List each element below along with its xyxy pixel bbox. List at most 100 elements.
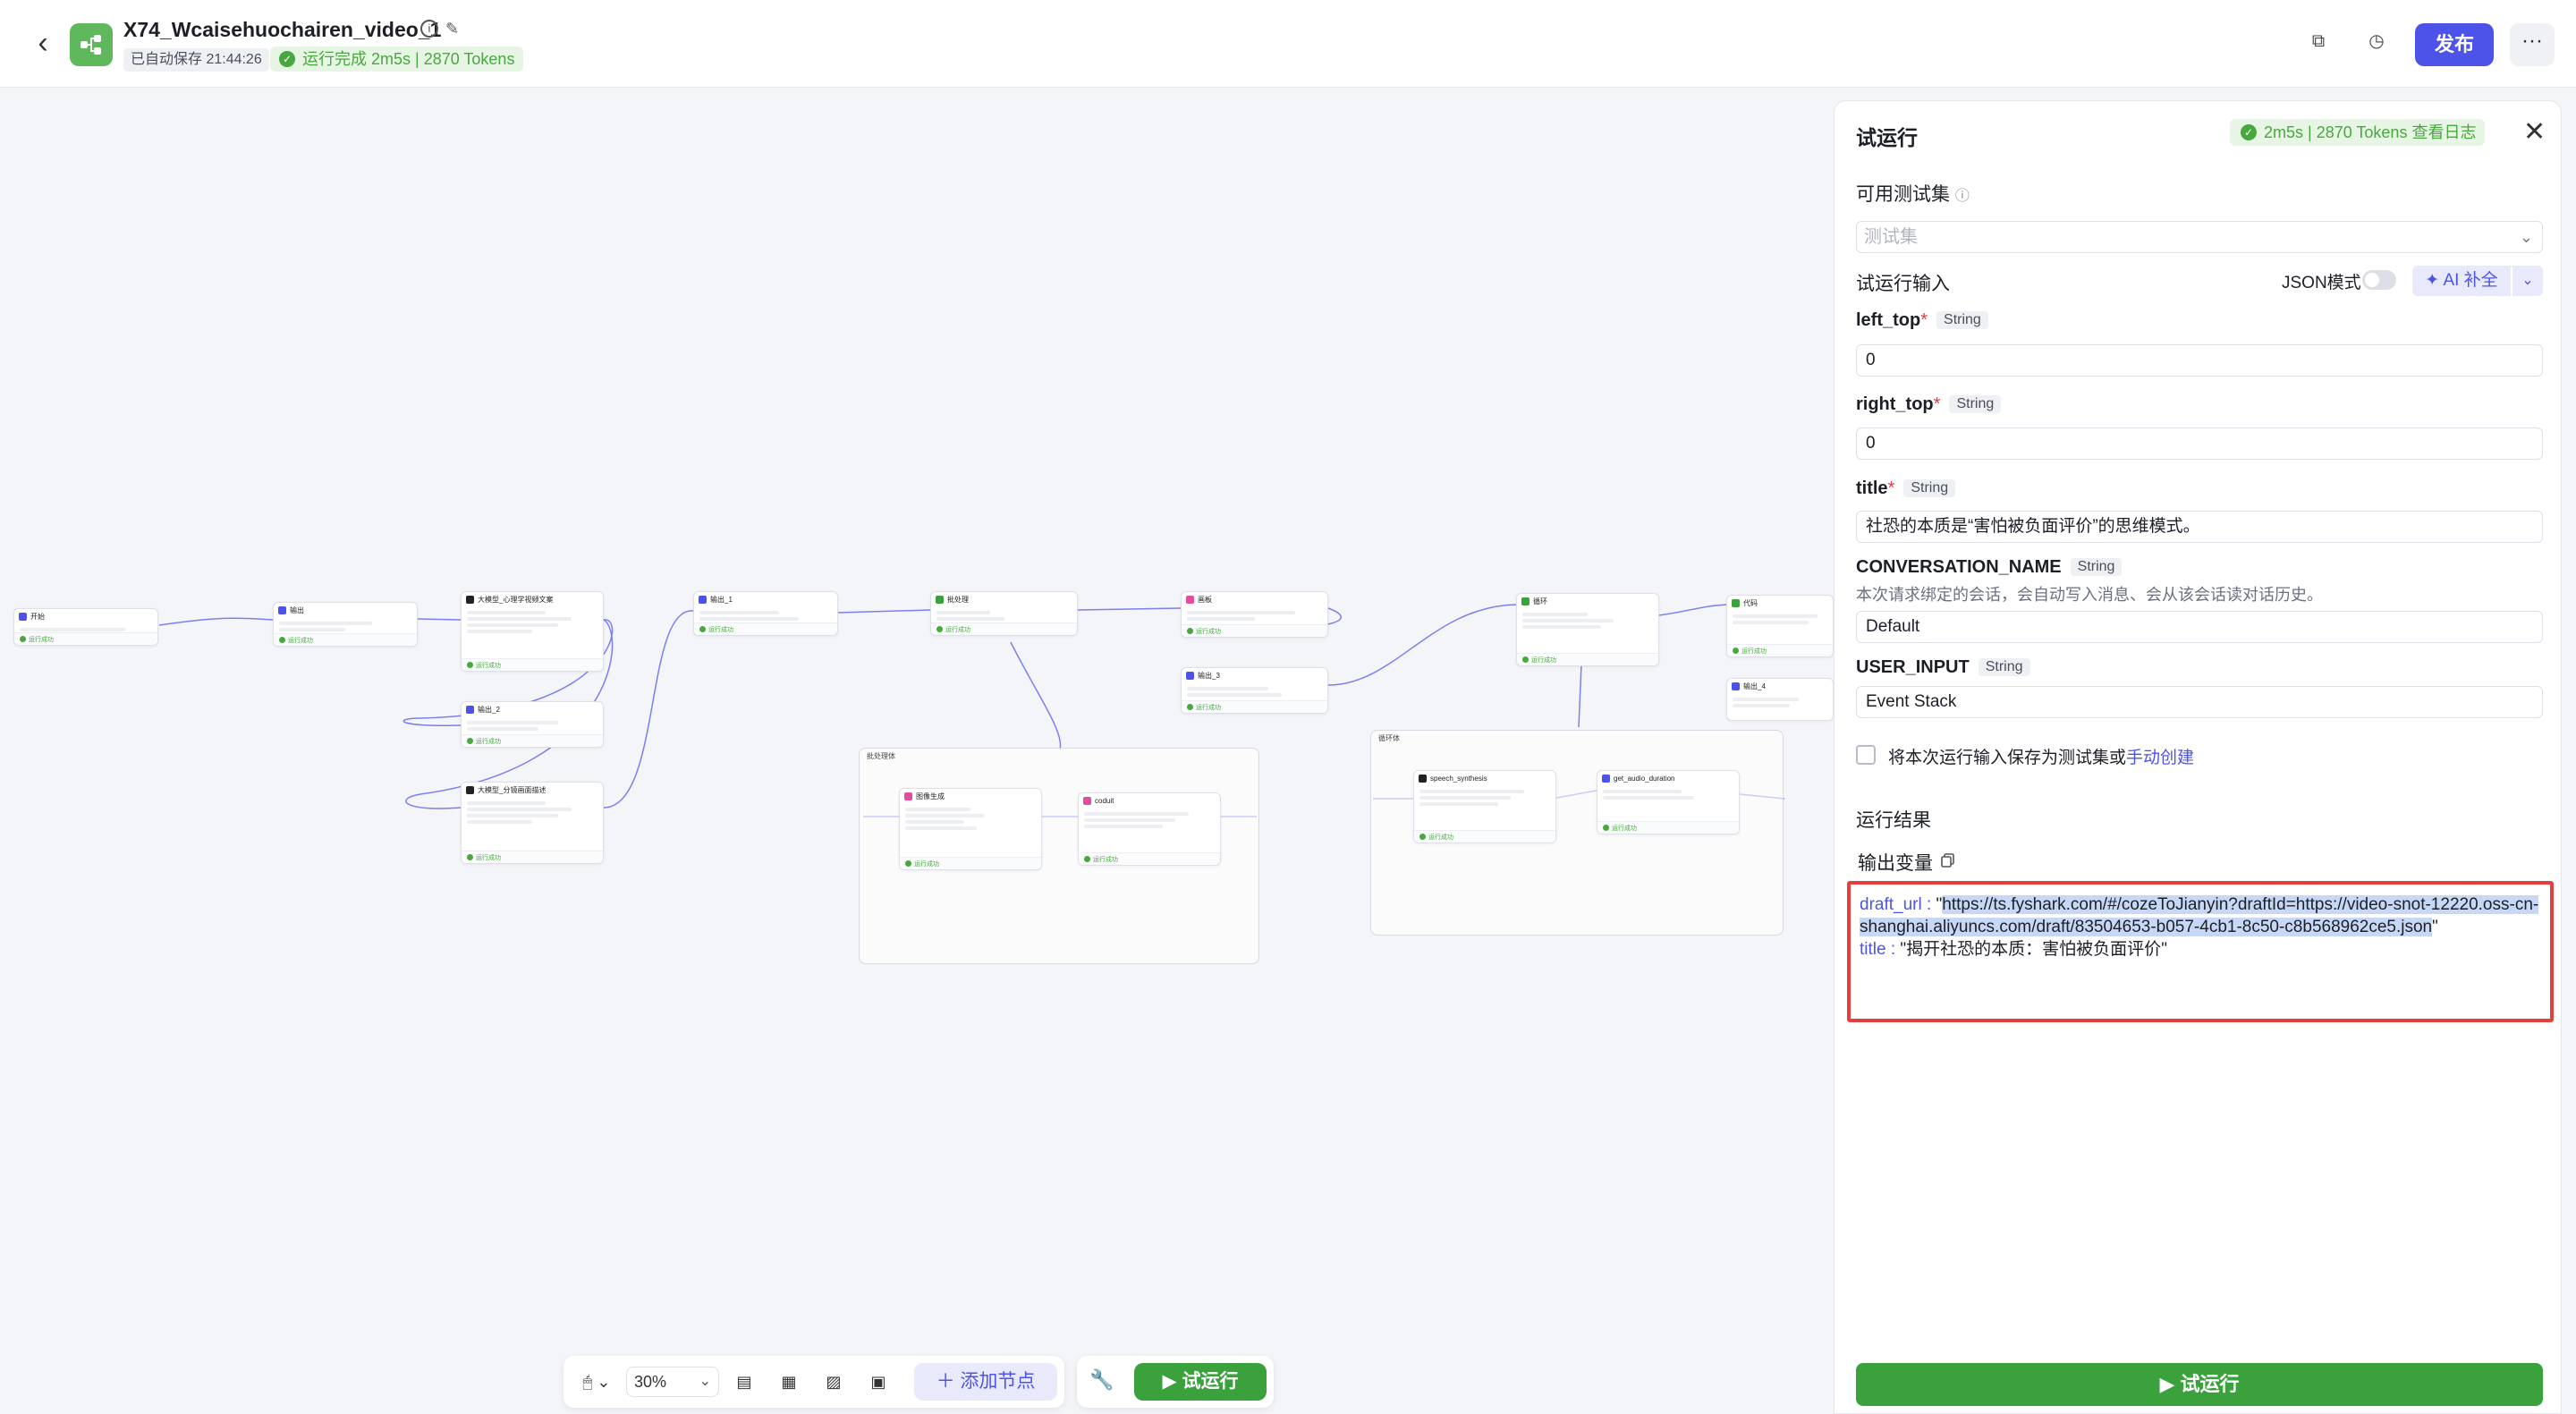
- panel-status-text: 2m5s | 2870 Tokens 查看日志: [2264, 123, 2477, 141]
- panel-test-run-button[interactable]: ▶ 试运行: [1856, 1363, 2543, 1406]
- fit-view-icon[interactable]: ▣: [864, 1367, 893, 1397]
- plugin-node-icon: [1419, 774, 1427, 783]
- minimap-icon[interactable]: ▨: [819, 1367, 848, 1397]
- run-input-label: 试运行输入: [1856, 274, 1950, 294]
- node-loop[interactable]: 循环 运行成功: [1516, 593, 1659, 666]
- add-node-button[interactable]: ＋ 添加节点: [914, 1363, 1057, 1401]
- output-key: draft_url: [1860, 895, 1922, 914]
- node-title: 代码: [1743, 598, 1758, 607]
- output-value: 揭开社恐的本质：害怕被负面评价: [1906, 940, 2162, 959]
- node-output-4[interactable]: 输出_4: [1726, 678, 1834, 721]
- more-menu-button[interactable]: ···: [2510, 23, 2555, 66]
- json-mode-toggle[interactable]: [2362, 270, 2396, 290]
- image-node-icon: [904, 792, 912, 800]
- required-mark: *: [1920, 310, 1928, 330]
- node-title: 循环: [1533, 597, 1547, 605]
- check-circle-icon: ✓: [279, 51, 295, 67]
- play-icon: ▶: [2159, 1373, 2181, 1395]
- node-title: 输出_2: [478, 705, 500, 714]
- field-name: left_top: [1856, 310, 1921, 330]
- workflow-icon: [80, 35, 101, 55]
- back-arrow-icon[interactable]: ‹: [27, 27, 59, 59]
- node-output-3[interactable]: 输出_3 运行成功: [1181, 667, 1328, 714]
- ai-complete-button[interactable]: ✦ AI 补全: [2412, 266, 2511, 296]
- left-top-input[interactable]: 0: [1856, 344, 2543, 377]
- node-title: 画板: [1198, 595, 1212, 604]
- zoom-select[interactable]: 30% ⌄: [626, 1367, 719, 1397]
- type-tag: String: [1949, 395, 2002, 413]
- comment-icon[interactable]: ▤: [730, 1367, 758, 1397]
- panel-run-status[interactable]: ✓ 2m5s | 2870 Tokens 查看日志: [2230, 119, 2486, 146]
- grid-layout-icon[interactable]: ▦: [775, 1367, 803, 1397]
- output-result-box[interactable]: draft_url : "https://ts.fyshark.com/#/co…: [1847, 881, 2554, 1022]
- title-input[interactable]: 社恐的本质是“害怕被负面评价”的思维模式。: [1856, 511, 2543, 543]
- manual-create-link[interactable]: 手动创建: [2126, 749, 2194, 767]
- node-get-audio-duration[interactable]: get_audio_duration 运行成功: [1597, 770, 1740, 834]
- required-mark: *: [1933, 394, 1941, 414]
- node-output-1[interactable]: 输出_1 运行成功: [693, 591, 838, 636]
- conversation-name-desc: 本次请求绑定的会话，会自动写入消息、会从该会话读对话历史。: [1856, 586, 2323, 604]
- workflow-canvas[interactable]: 开始 运行成功 输出 运行成功 大模型_心理学视频文案 运行成功 输出_2 运行…: [0, 88, 1834, 1414]
- node-status: 运行成功: [476, 739, 501, 745]
- chevron-down-icon: ⌄: [699, 1374, 711, 1389]
- node-start[interactable]: 开始 运行成功: [13, 608, 158, 646]
- node-title: 开始: [30, 612, 45, 621]
- output-key: title: [1860, 940, 1886, 959]
- node-llm-script[interactable]: 大模型_心理学视频文案 运行成功: [461, 591, 604, 672]
- type-tag: String: [1903, 479, 1956, 497]
- history-icon[interactable]: ◷: [2366, 30, 2387, 52]
- node-title: 图像生成: [916, 792, 945, 800]
- llm-node-icon: [466, 595, 474, 604]
- panel-run-label: 试运行: [2180, 1373, 2240, 1395]
- test-run-button[interactable]: ▶ 试运行: [1134, 1363, 1267, 1401]
- info-icon[interactable]: i: [420, 20, 438, 38]
- node-title: speech_synthesis: [1430, 774, 1487, 783]
- type-tag: String: [2070, 558, 2123, 576]
- field-label-user-input: USER_INPUT String: [1856, 657, 2030, 678]
- type-tag: String: [1978, 658, 2030, 676]
- node-speech-synthesis[interactable]: speech_synthesis 运行成功: [1413, 770, 1556, 843]
- publish-button[interactable]: 发布: [2415, 23, 2494, 66]
- mouse-mode-icon[interactable]: 🖱 ⌄: [576, 1367, 617, 1397]
- node-title: 输出: [290, 605, 304, 614]
- node-title: 输出_3: [1198, 671, 1220, 680]
- node-image-gen[interactable]: 图像生成 运行成功: [899, 788, 1042, 870]
- testset-label-text: 可用测试集: [1856, 184, 1950, 205]
- add-node-label: 添加节点: [960, 1371, 1036, 1392]
- field-label-left-top: left_top* String: [1856, 310, 1988, 331]
- node-coduit[interactable]: coduit 运行成功: [1078, 792, 1221, 866]
- node-batch[interactable]: 批处理 运行成功: [930, 591, 1078, 636]
- copy-workflow-icon[interactable]: ⧉: [2308, 30, 2329, 52]
- run-status-badge[interactable]: ✓ 运行完成 2m5s | 2870 Tokens: [270, 47, 524, 72]
- testset-label: 可用测试集 ⓘ: [1856, 180, 1970, 207]
- copy-icon[interactable]: [1940, 852, 1956, 868]
- group-title: 批处理体: [867, 752, 895, 760]
- node-canvas-board[interactable]: 画板 运行成功: [1181, 591, 1328, 638]
- node-status: 运行成功: [1531, 657, 1556, 664]
- play-icon: ▶: [1162, 1371, 1182, 1392]
- conversation-name-input[interactable]: Default: [1856, 611, 2543, 643]
- output-node-icon: [466, 705, 474, 714]
- plugin-node-icon: [1083, 796, 1091, 805]
- close-icon[interactable]: ✕: [2523, 117, 2546, 148]
- node-output[interactable]: 输出 运行成功: [273, 602, 418, 647]
- code-node-icon: [1732, 598, 1740, 607]
- field-name: title: [1856, 478, 1888, 498]
- testset-select[interactable]: 测试集 ⌄: [1856, 221, 2543, 253]
- right-top-input[interactable]: 0: [1856, 428, 2543, 460]
- node-output-2[interactable]: 输出_2 运行成功: [461, 701, 604, 748]
- node-llm-storyboard[interactable]: 大模型_分镜画面描述 运行成功: [461, 782, 604, 864]
- node-status: 运行成功: [288, 638, 313, 644]
- user-input-input[interactable]: Event Stack: [1856, 686, 2543, 718]
- edit-icon[interactable]: ✎: [445, 20, 463, 38]
- ai-complete-dropdown[interactable]: ⌄: [2512, 266, 2543, 296]
- node-code[interactable]: 代码 运行成功: [1726, 595, 1834, 657]
- node-title: 输出_4: [1743, 682, 1766, 690]
- wrench-icon[interactable]: 🔧: [1089, 1368, 1114, 1392]
- app-title: X74_Wcaisehuochairen_video_1: [123, 18, 442, 41]
- save-testset-checkbox[interactable]: [1856, 745, 1876, 765]
- node-status: 运行成功: [1196, 629, 1221, 635]
- required-mark: *: [1887, 478, 1895, 498]
- field-label-conversation-name: CONVERSATION_NAME String: [1856, 557, 2123, 578]
- node-status: 运行成功: [476, 663, 501, 669]
